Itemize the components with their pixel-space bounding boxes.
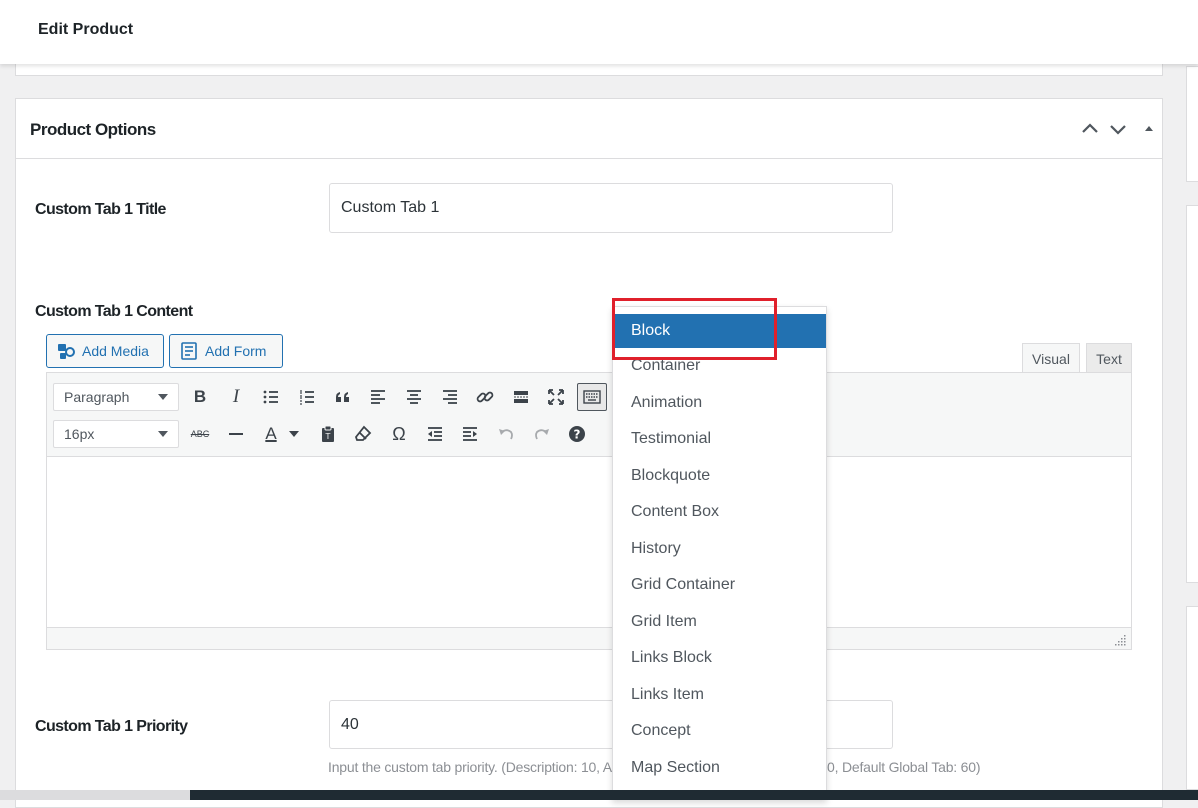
taskbar [0,790,1198,800]
indent-icon[interactable] [457,421,483,447]
fullscreen-icon[interactable] [543,384,569,410]
page-title: Edit Product [38,21,134,38]
svg-text:?: ? [574,428,581,442]
taskbar-left [0,790,190,800]
dropdown-item-blockquote[interactable]: Blockquote [613,467,826,489]
triangle-up-icon[interactable] [1138,118,1160,140]
tab-text[interactable]: Text [1086,343,1132,373]
strikethrough-icon[interactable]: ABC [187,421,213,447]
content-editor: Paragraph B I 16px ABC A T Ω ? [46,372,1132,650]
add-form-label: Add Form [205,343,267,359]
top-bar: Edit Product [0,0,1198,64]
panel-title: Product Options [30,120,156,139]
tab1-title-input[interactable]: Custom Tab 1 [329,183,893,233]
clear-formatting-icon[interactable] [350,421,376,447]
numbered-list-icon[interactable] [294,384,320,410]
caret-down-icon [158,394,168,400]
horizontal-line-icon[interactable] [223,421,249,447]
dropdown-item-map-section[interactable]: Map Section [613,759,826,781]
dropdown-item-container[interactable]: Container [613,357,826,379]
panel-header: Product Options [16,99,1162,159]
chevron-down-icon[interactable] [1107,118,1129,140]
special-character-icon[interactable]: Ω [386,421,412,447]
resize-handle-icon[interactable] [1115,634,1127,646]
sidebar-box [1186,66,1198,182]
svg-text:T: T [325,432,331,441]
outdent-icon[interactable] [422,421,448,447]
chevron-up-icon[interactable] [1079,118,1101,140]
dropdown-item-history[interactable]: History [613,540,826,562]
read-more-icon[interactable] [508,384,534,410]
add-media-button[interactable]: Add Media [46,334,164,368]
tab1-priority-label: Custom Tab 1 Priority [35,718,188,735]
caret-down-icon [158,431,168,437]
tab-visual[interactable]: Visual [1022,343,1080,373]
format-select-value: Paragraph [64,389,130,405]
editor-toolbar: Paragraph B I 16px ABC A T Ω ? [47,373,1131,457]
dropdown-item-concept[interactable]: Concept [613,722,826,744]
italic-icon[interactable]: I [223,384,249,410]
bullet-list-icon[interactable] [258,384,284,410]
dropdown-item-grid-container[interactable]: Grid Container [613,576,826,598]
dropdown-item-content-box[interactable]: Content Box [613,503,826,525]
dropdown-item-testimonial[interactable]: Testimonial [613,430,826,452]
dropdown-item-animation[interactable]: Animation [613,394,826,416]
dropdown-item-links-item[interactable]: Links Item [613,686,826,708]
undo-icon[interactable] [493,421,519,447]
redo-icon[interactable] [529,421,555,447]
font-size-value: 16px [64,426,95,442]
dropdown-item-links-block[interactable]: Links Block [613,649,826,671]
sidebar-box [1186,606,1198,790]
format-select[interactable]: Paragraph [53,383,179,411]
help-icon[interactable]: ? [564,421,590,447]
tab1-title-label: Custom Tab 1 Title [35,201,166,218]
align-center-icon[interactable] [401,384,427,410]
paste-text-icon[interactable]: T [315,421,341,447]
tab1-priority-description: Input the custom tab priority. (Descript… [328,759,612,775]
text-color-caret-icon[interactable] [287,421,301,447]
form-icon [181,342,197,360]
add-media-label: Add Media [82,343,149,359]
blockquote-icon[interactable] [330,384,356,410]
tab1-priority-description-end: 0, Default Global Tab: 60) [827,759,981,775]
editor-statusbar [47,627,1131,649]
media-icon [58,344,75,359]
dropdown-item-grid-item[interactable]: Grid Item [613,613,826,635]
align-left-icon[interactable] [365,384,391,410]
tab1-content-label: Custom Tab 1 Content [35,303,193,320]
align-right-icon[interactable] [437,384,463,410]
highlight-box [612,298,777,360]
bold-icon[interactable]: B [187,384,213,410]
sidebar-box [1186,205,1198,583]
font-size-select[interactable]: 16px [53,420,179,448]
add-form-button[interactable]: Add Form [169,334,283,368]
toolbar-toggle-icon[interactable] [577,383,607,411]
shortcode-dropdown-menu: Block Container Animation Testimonial Bl… [612,306,827,800]
text-color-icon[interactable]: A [258,421,284,447]
editor-body[interactable] [47,457,1131,627]
link-icon[interactable] [472,384,498,410]
